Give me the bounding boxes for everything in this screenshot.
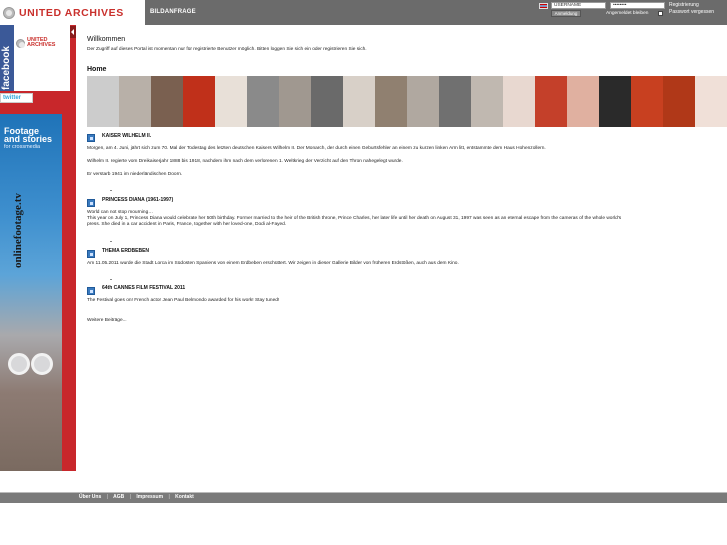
article-text: The Festival goes on! French actor Jean …: [87, 298, 280, 303]
divider-mark: [110, 241, 112, 242]
binoculars-image: [6, 345, 56, 385]
site-logo[interactable]: UNITED ARCHIVES: [0, 0, 145, 25]
strip-photo[interactable]: [119, 76, 151, 127]
strip-photo[interactable]: [279, 76, 311, 127]
strip-photo[interactable]: [567, 76, 599, 127]
password-input[interactable]: ••••••••: [610, 2, 665, 9]
strip-photo[interactable]: [343, 76, 375, 127]
facebook-logo-line2: ARCHIVES: [27, 42, 56, 48]
facebook-label: facebook: [1, 46, 12, 90]
strip-photo[interactable]: [247, 76, 279, 127]
logo-globe-icon: [16, 38, 25, 48]
footer-link-kontakt[interactable]: Kontakt: [175, 494, 194, 500]
footer-link-ueber-uns[interactable]: Über Uns: [79, 494, 101, 500]
article-title[interactable]: KAISER WILHELM II.: [102, 133, 151, 139]
remember-label: Angemeldet bleiben: [606, 11, 649, 16]
username-input[interactable]: USERNAME: [551, 2, 606, 9]
welcome-text: Der Zugriff auf dieses Portal ist moment…: [87, 47, 367, 52]
article-icon[interactable]: [87, 287, 95, 295]
article-text: press. She died in a car accident in Par…: [87, 222, 287, 227]
strip-photo[interactable]: [151, 76, 183, 127]
strip-photo[interactable]: [631, 76, 663, 127]
twitter-label: twitter: [3, 95, 21, 101]
strip-photo[interactable]: [311, 76, 343, 127]
footer-separator: |: [129, 494, 131, 500]
strip-photo[interactable]: [503, 76, 535, 127]
promo-url: onlinefootage.tv: [12, 193, 24, 268]
footer-link-impressum[interactable]: Impressum: [136, 494, 163, 500]
logo-globe-icon: [3, 6, 15, 19]
forgot-password-link[interactable]: Passwort vergessen: [669, 9, 714, 15]
strip-photo[interactable]: [439, 76, 471, 127]
article-title[interactable]: 64th CANNES FILM FESTIVAL 2011: [102, 285, 185, 291]
article-icon[interactable]: [87, 250, 95, 258]
footer-link-agb[interactable]: AGB: [113, 494, 124, 500]
article-text: Morgen, am 4. Juni, jährt sich zum 70. M…: [87, 146, 546, 151]
collapse-arrow-icon[interactable]: [70, 26, 76, 38]
promo-line2: and stories: [4, 134, 53, 144]
remember-checkbox[interactable]: [658, 11, 663, 16]
article-text: Wilhelm II. regierte vom Dreikaiserjahr …: [87, 159, 403, 164]
article-title[interactable]: THEMA ERDBEBEN: [102, 248, 149, 254]
onlinefootage-promo[interactable]: [0, 114, 62, 471]
strip-photo[interactable]: [87, 76, 119, 127]
footer-links: Über Uns | AGB | Impressum | Kontakt: [79, 494, 198, 500]
welcome-title: Willkommen: [87, 36, 126, 43]
strip-photo[interactable]: [535, 76, 567, 127]
article-text: Am 11.05.2011 wurde die Stadt Lorca im S…: [87, 261, 459, 266]
more-articles-link[interactable]: Weitere Beiträge...: [87, 318, 127, 323]
footer-separator: |: [168, 494, 170, 500]
strip-photo[interactable]: [375, 76, 407, 127]
strip-photo[interactable]: [407, 76, 439, 127]
strip-photo[interactable]: [183, 76, 215, 127]
strip-photo[interactable]: [663, 76, 695, 127]
article-icon[interactable]: [87, 199, 95, 207]
home-title: Home: [87, 66, 107, 73]
divider-mark: [110, 190, 112, 191]
strip-photo[interactable]: [695, 76, 727, 127]
uk-flag-icon[interactable]: [539, 3, 548, 9]
footer-separator: |: [106, 494, 108, 500]
strip-photo[interactable]: [599, 76, 631, 127]
photo-strip[interactable]: [87, 76, 727, 127]
promo-line3: for crossmedia: [4, 144, 41, 150]
article-icon[interactable]: [87, 134, 95, 142]
nav-bildanfrage[interactable]: BILDANFRAGE: [150, 9, 196, 15]
strip-photo[interactable]: [471, 76, 503, 127]
logo-text: UNITED ARCHIVES: [19, 6, 124, 19]
register-link[interactable]: Registrierung: [669, 2, 699, 8]
divider-mark: [110, 279, 112, 280]
article-text: Er verstarb 1941 im niederländischen Doo…: [87, 172, 183, 177]
strip-photo[interactable]: [215, 76, 247, 127]
login-button[interactable]: Anmeldung: [551, 10, 581, 17]
facebook-logo: UNITED ARCHIVES: [16, 37, 56, 48]
article-title[interactable]: PRINCESS DIANA (1961-1997): [102, 197, 173, 203]
